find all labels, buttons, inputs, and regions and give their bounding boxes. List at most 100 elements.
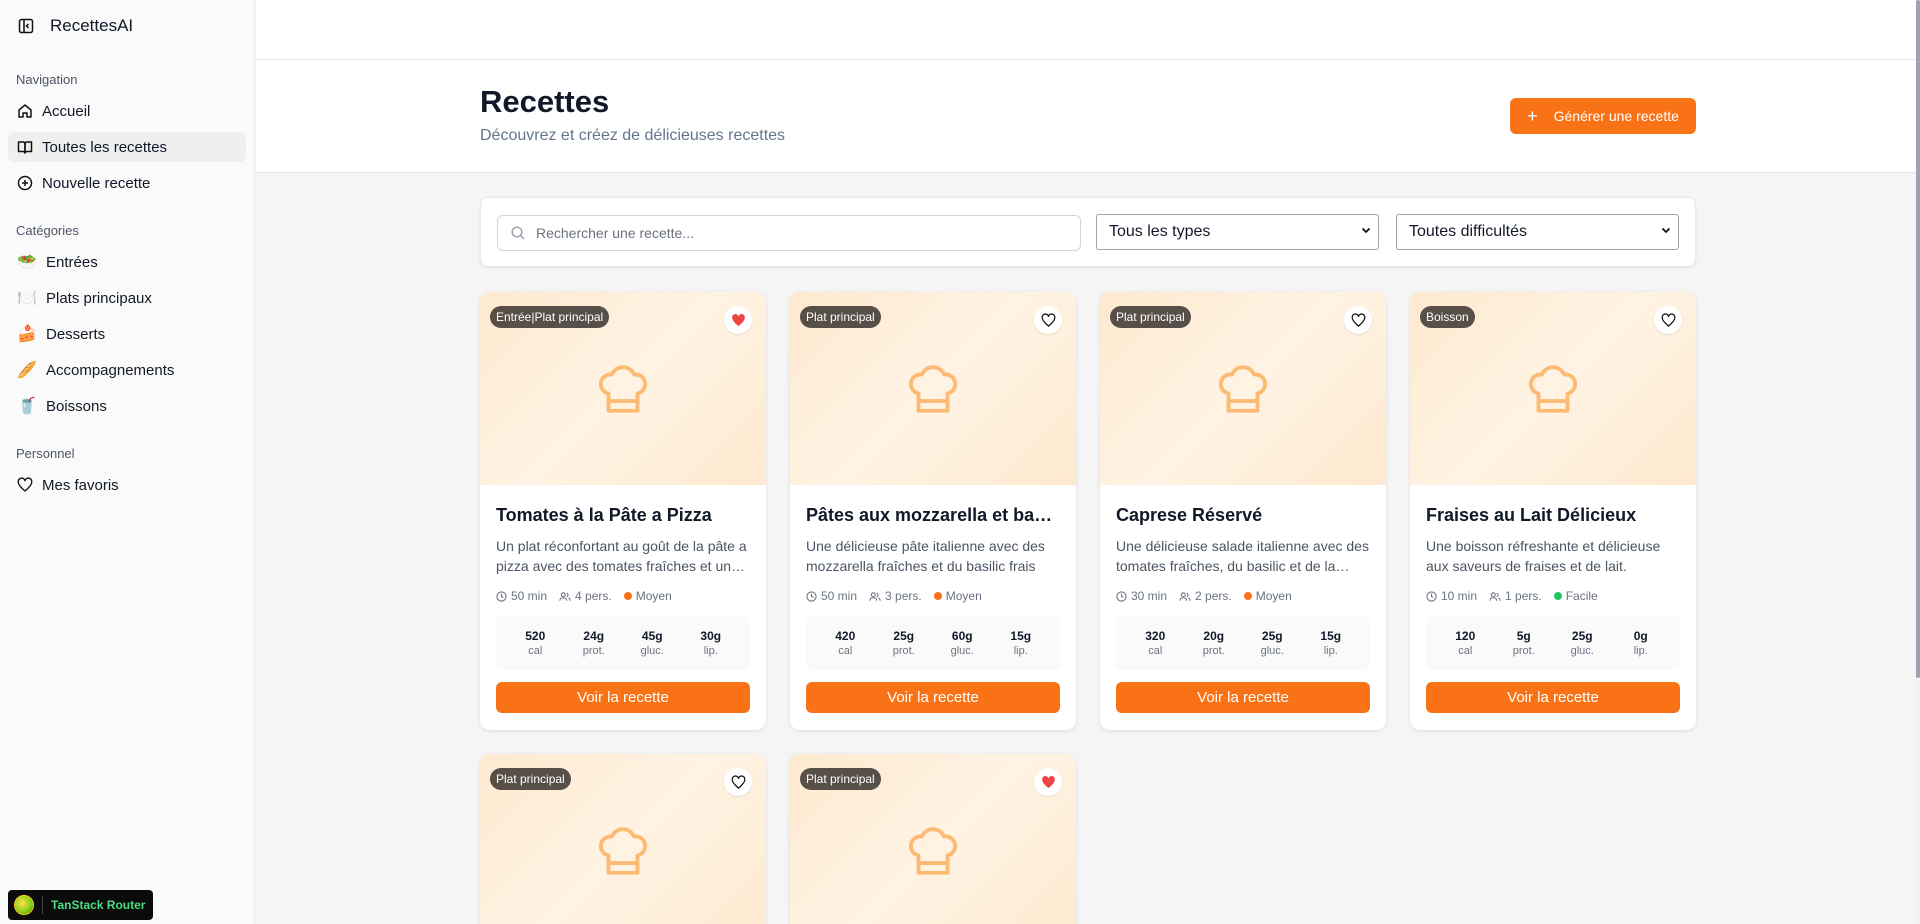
sidebar-item-mes-favoris[interactable]: Mes favoris [8,470,246,500]
category-badge: Plat principal [800,768,881,790]
users-icon [559,591,571,602]
favorite-button[interactable] [724,768,752,796]
sidebar-item-label: Toutes les recettes [42,138,168,156]
difficulty-select[interactable]: Toutes difficultés [1396,214,1679,250]
sidebar-item-accueil[interactable]: Accueil [8,96,246,126]
search-icon [510,225,526,241]
favorite-button[interactable] [1344,306,1372,334]
devtools-label: TanStack Router [51,898,146,912]
recipe-difficulty: Moyen [1255,589,1292,603]
sidebar-item-label: Accueil [42,102,91,120]
sidebar-toggle-icon[interactable] [16,16,36,36]
sidebar-item-label: Mes favoris [42,476,119,494]
home-icon [16,102,34,120]
chef-hat-icon [904,822,962,880]
calories-label: cal [528,645,543,657]
tanstack-logo-icon [14,895,34,915]
clock-icon [1116,590,1127,602]
tanstack-router-devtools-button[interactable]: TanStack Router [8,890,154,920]
fat-label: lip. [703,645,718,657]
view-recipe-button[interactable]: Voir la recette [1116,682,1370,713]
recipe-card[interactable]: Entrée|Plat principal Tomates à la Pâte … [480,292,766,730]
carbs-value: 60g [951,629,973,643]
nutrition-protein: 20g prot. [1189,629,1239,657]
card-body: Fraises au Lait Délicieux Une boisson ré… [1410,485,1696,713]
favorite-button[interactable] [1654,306,1682,334]
recipe-card[interactable]: Plat principal [480,754,766,924]
favorite-button[interactable] [1034,768,1062,796]
page-title: Recettes [480,84,610,119]
recipe-card[interactable]: Plat principal Pâtes aux mozzarella et b… [790,292,1076,730]
difficulty-dot [623,592,632,600]
difficulty-dot [1243,592,1252,600]
sidebar-item-boissons[interactable]: 🥤 Boissons [8,391,246,421]
nutrition-panel: 120 cal 5g prot. 25g gluc. 0g lip. [1426,616,1680,670]
heart-filled-icon [1041,775,1056,790]
sidebar: RecettesAI Navigation Accueil Toutes les… [0,0,255,924]
page-header: Recettes Découvrez et créez de délicieus… [256,60,1916,173]
bread-icon: 🥖 [17,362,37,379]
chef-hat-icon [904,360,962,418]
recipe-image: Plat principal [1100,292,1386,485]
carbs-label: gluc. [1570,645,1594,657]
recipe-time: 50 min [821,589,858,603]
protein-label: prot. [1202,645,1225,657]
nutrition-panel: 420 cal 25g prot. 60g gluc. 15g lip. [806,616,1060,670]
nutrition-fat: 15g lip. [1306,629,1356,657]
sidebar-item-plats-principaux[interactable]: 🍽️ Plats principaux [8,283,246,313]
divider [42,896,43,914]
calories-value: 120 [1455,629,1476,643]
nutrition-calories: 420 cal [820,629,870,657]
sidebar-item-toutes-les-recettes[interactable]: Toutes les recettes [8,132,246,162]
recipe-image: Plat principal [790,292,1076,485]
recipe-image: Plat principal [480,754,766,924]
sidebar-item-nouvelle-recette[interactable]: Nouvelle recette [8,168,246,198]
protein-label: prot. [582,645,605,657]
carbs-value: 45g [641,629,663,643]
view-recipe-button[interactable]: Voir la recette [496,682,750,713]
scrollbar-thumb[interactable] [1916,0,1920,678]
recipe-description: Une délicieuse pâte italienne avec des m… [806,538,1045,574]
favorite-button[interactable] [724,306,752,334]
sidebar-item-accompagnements[interactable]: 🥖 Accompagnements [8,355,246,385]
sidebar-item-entrees[interactable]: 🥗 Entrées [8,247,246,277]
category-badge: Plat principal [800,306,881,328]
recipe-title: Caprese Réservé [1116,505,1263,525]
search-box[interactable] [497,215,1081,251]
fat-value: 15g [1010,629,1032,643]
carbs-label: gluc. [950,645,974,657]
fat-label: lip. [1013,645,1028,657]
recipe-image: Entrée|Plat principal [480,292,766,485]
sidebar-item-label: Nouvelle recette [42,174,151,192]
fat-value: 15g [1320,629,1342,643]
chef-hat-icon [594,822,652,880]
generate-recipe-label: Générer une recette [1553,108,1679,124]
users-icon [1489,591,1501,602]
recipe-time: 30 min [1131,589,1168,603]
recipe-servings: 1 pers. [1505,589,1542,603]
generate-recipe-button[interactable]: + Générer une recette [1510,98,1696,134]
recipe-card[interactable]: Plat principal Caprese Réservé Une délic… [1100,292,1386,730]
recipe-description: Un plat réconfortant au goût de la pâte … [496,538,747,574]
scrollbar[interactable] [1916,0,1920,924]
nutrition-protein: 24g prot. [569,629,619,657]
heart-filled-icon [731,313,746,328]
nutrition-protein: 5g prot. [1499,629,1549,657]
view-recipe-button[interactable]: Voir la recette [1426,682,1680,713]
view-recipe-button[interactable]: Voir la recette [806,682,1060,713]
search-input[interactable] [536,225,1066,241]
recipe-card[interactable]: Boisson Fraises au Lait Délicieux Une bo… [1410,292,1696,730]
chef-hat-icon [594,360,652,418]
protein-value: 5g [1516,629,1531,643]
chevron-down-icon [1360,223,1372,241]
top-bar [256,0,1916,60]
sidebar-item-label: Plats principaux [46,289,152,307]
favorite-button[interactable] [1034,306,1062,334]
users-icon [869,591,881,602]
type-select[interactable]: Tous les types [1096,214,1379,250]
recipe-card[interactable]: Plat principal [790,754,1076,924]
nutrition-carbs: 60g gluc. [937,629,987,657]
sidebar-item-desserts[interactable]: 🍰 Desserts [8,319,246,349]
sidebar-item-label: Boissons [46,397,107,415]
calories-label: cal [838,645,853,657]
